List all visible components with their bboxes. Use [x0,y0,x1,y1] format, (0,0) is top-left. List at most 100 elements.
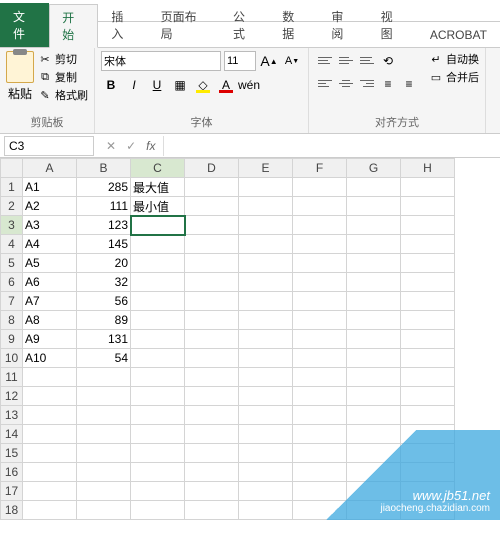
column-header-F[interactable]: F [293,159,347,178]
cell-G18[interactable] [347,501,401,520]
select-all-corner[interactable] [1,159,23,178]
cell-G1[interactable] [347,178,401,197]
cut-button[interactable]: ✂剪切 [38,51,88,67]
cell-F7[interactable] [293,292,347,311]
increase-indent-button[interactable]: ≡ [399,74,419,94]
cell-H18[interactable] [401,501,455,520]
row-header-9[interactable]: 9 [1,330,23,349]
cancel-formula-icon[interactable]: ✕ [106,139,116,153]
cell-E9[interactable] [239,330,293,349]
cell-C15[interactable] [131,444,185,463]
cell-B15[interactable] [77,444,131,463]
cell-F17[interactable] [293,482,347,501]
cell-B17[interactable] [77,482,131,501]
cell-H4[interactable] [401,235,455,254]
cell-D2[interactable] [185,197,239,216]
cell-F1[interactable] [293,178,347,197]
cell-C13[interactable] [131,406,185,425]
cell-A16[interactable] [23,463,77,482]
cell-E11[interactable] [239,368,293,387]
cell-F3[interactable] [293,216,347,235]
align-top-button[interactable] [315,51,335,69]
cell-G4[interactable] [347,235,401,254]
cell-F6[interactable] [293,273,347,292]
cell-H9[interactable] [401,330,455,349]
row-header-4[interactable]: 4 [1,235,23,254]
cell-A9[interactable]: A9 [23,330,77,349]
fx-icon[interactable]: fx [146,139,155,153]
cell-B4[interactable]: 145 [77,235,131,254]
italic-button[interactable]: I [124,75,144,95]
name-box[interactable]: C3 [4,136,94,156]
cell-D3[interactable] [185,216,239,235]
bold-button[interactable]: B [101,75,121,95]
cell-B18[interactable] [77,501,131,520]
cell-E14[interactable] [239,425,293,444]
cell-C11[interactable] [131,368,185,387]
cell-C17[interactable] [131,482,185,501]
cell-F10[interactable] [293,349,347,368]
cell-D6[interactable] [185,273,239,292]
row-header-14[interactable]: 14 [1,425,23,444]
cell-A2[interactable]: A2 [23,197,77,216]
fill-color-button[interactable]: ◇ [193,75,213,95]
shrink-font-button[interactable]: A▼ [282,51,302,71]
column-header-G[interactable]: G [347,159,401,178]
cell-F5[interactable] [293,254,347,273]
wrap-text-button[interactable]: ↵自动换 [429,51,479,67]
cell-A5[interactable]: A5 [23,254,77,273]
font-name-select[interactable] [101,51,221,71]
cell-G5[interactable] [347,254,401,273]
cell-E15[interactable] [239,444,293,463]
row-header-5[interactable]: 5 [1,254,23,273]
copy-button[interactable]: ⧉复制 [38,69,88,85]
row-header-16[interactable]: 16 [1,463,23,482]
column-header-E[interactable]: E [239,159,293,178]
border-button[interactable]: ▦ [170,75,190,95]
font-color-button[interactable]: A [216,75,236,95]
row-header-17[interactable]: 17 [1,482,23,501]
cell-G14[interactable] [347,425,401,444]
tab-data[interactable]: 数据 [269,3,318,47]
align-center-button[interactable] [336,74,356,92]
cell-H3[interactable] [401,216,455,235]
cell-B5[interactable]: 20 [77,254,131,273]
cell-G12[interactable] [347,387,401,406]
cell-F8[interactable] [293,311,347,330]
cell-D5[interactable] [185,254,239,273]
cell-D14[interactable] [185,425,239,444]
cell-H15[interactable] [401,444,455,463]
cell-A12[interactable] [23,387,77,406]
column-header-C[interactable]: C [131,159,185,178]
row-header-11[interactable]: 11 [1,368,23,387]
cell-D1[interactable] [185,178,239,197]
underline-button[interactable]: U [147,75,167,95]
row-header-13[interactable]: 13 [1,406,23,425]
cell-C4[interactable] [131,235,185,254]
cell-G15[interactable] [347,444,401,463]
cell-E7[interactable] [239,292,293,311]
cell-B10[interactable]: 54 [77,349,131,368]
cell-G3[interactable] [347,216,401,235]
align-left-button[interactable] [315,74,335,92]
row-header-10[interactable]: 10 [1,349,23,368]
row-header-15[interactable]: 15 [1,444,23,463]
cell-E13[interactable] [239,406,293,425]
cell-E16[interactable] [239,463,293,482]
cell-A10[interactable]: A10 [23,349,77,368]
cell-C18[interactable] [131,501,185,520]
cell-A15[interactable] [23,444,77,463]
tab-review[interactable]: 审阅 [318,3,367,47]
tab-layout[interactable]: 页面布局 [148,3,220,47]
cell-H7[interactable] [401,292,455,311]
cell-D13[interactable] [185,406,239,425]
cell-D9[interactable] [185,330,239,349]
cell-B1[interactable]: 285 [77,178,131,197]
cell-E5[interactable] [239,254,293,273]
cell-G13[interactable] [347,406,401,425]
cell-D7[interactable] [185,292,239,311]
decrease-indent-button[interactable]: ≡ [378,74,398,94]
cell-F4[interactable] [293,235,347,254]
cell-F18[interactable] [293,501,347,520]
cell-B6[interactable]: 32 [77,273,131,292]
